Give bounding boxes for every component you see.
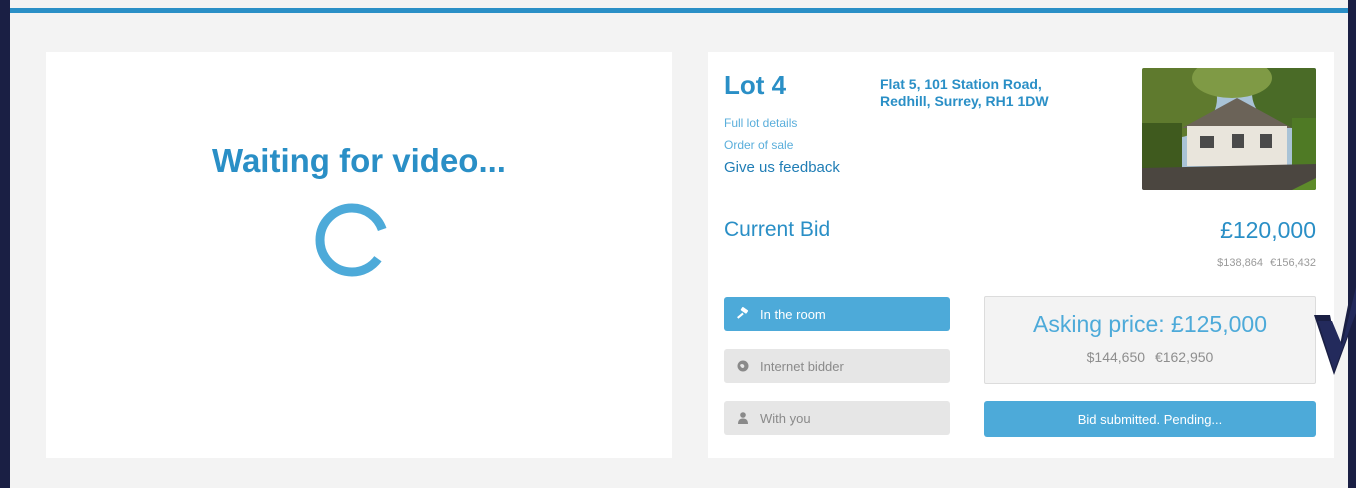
bidder-with-you-button[interactable]: With you	[724, 401, 950, 435]
user-icon	[738, 412, 748, 424]
bidder-internet-button[interactable]: Internet bidder	[724, 349, 950, 383]
bidder-label: Internet bidder	[760, 358, 844, 374]
asking-price-alt-currencies: $144,650 €162,950	[985, 349, 1315, 365]
property-photo[interactable]	[1142, 68, 1316, 190]
video-status: Waiting for video...	[212, 142, 506, 179]
current-bid-label: Current Bid	[724, 218, 831, 241]
property-photo-image	[1142, 68, 1316, 190]
address-line-1: Flat 5, 101 Station Road,	[880, 76, 1042, 92]
gavel-icon	[737, 307, 749, 319]
asking-eur: €162,950	[1154, 349, 1214, 365]
asking-price-label: Asking price: £125,000	[1033, 311, 1267, 337]
current-bid-usd: $138,864	[1217, 257, 1264, 269]
lot-title: Lot 4	[724, 70, 787, 100]
full-lot-details-link[interactable]: Full lot details	[724, 116, 797, 130]
loading-spinner-icon	[315, 203, 389, 277]
top-accent-bar	[10, 8, 1348, 13]
auction-frame: Waiting for video... Lot 4 Full lot deta…	[10, 0, 1348, 488]
lot-address: Flat 5, 101 Station Road, Redhill, Surre…	[880, 76, 1120, 110]
bidder-label: With you	[760, 410, 811, 426]
lot-panel: Lot 4 Full lot details Order of sale Giv…	[708, 52, 1334, 458]
video-panel: Waiting for video...	[46, 52, 672, 458]
give-feedback-link[interactable]: Give us feedback	[724, 159, 840, 176]
globe-icon	[737, 360, 749, 372]
current-bid-value: £120,000	[1220, 217, 1316, 243]
bidder-in-the-room-button[interactable]: In the room	[724, 297, 950, 331]
current-bid-alt-currencies: $138,864 €156,432	[1217, 257, 1316, 269]
asking-usd: $144,650	[1086, 349, 1146, 365]
address-line-2: Redhill, Surrey, RH1 1DW	[880, 93, 1049, 109]
order-of-sale-link[interactable]: Order of sale	[724, 138, 793, 152]
current-bid-eur: €156,432	[1270, 257, 1316, 269]
bidder-label: In the room	[760, 306, 826, 322]
pointer-arrow-icon	[1314, 285, 1356, 375]
bid-submit-button[interactable]: Bid submitted. Pending...	[984, 401, 1316, 437]
asking-price-box: Asking price: £125,000 $144,650 €162,950	[984, 296, 1316, 384]
